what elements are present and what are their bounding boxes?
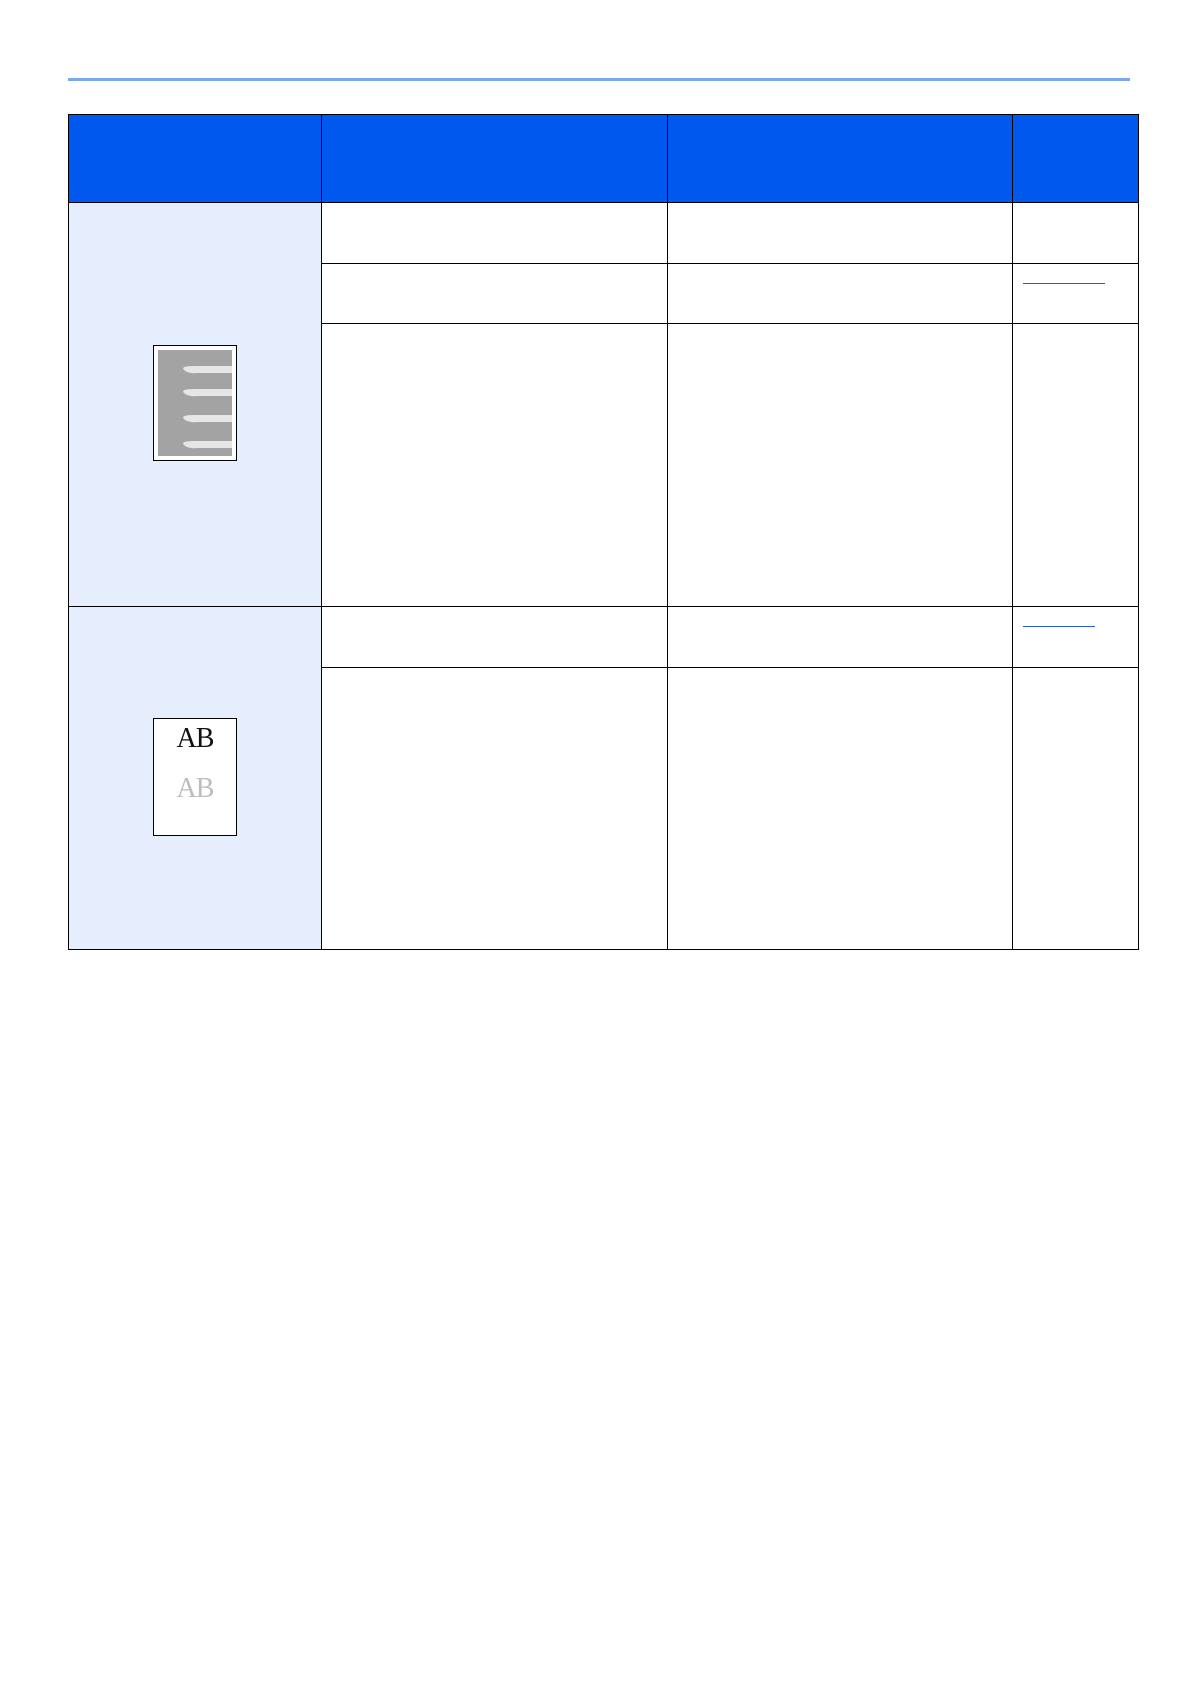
action-cell bbox=[667, 667, 1013, 950]
action-cell bbox=[667, 323, 1013, 607]
header-rule bbox=[68, 78, 1130, 81]
reference-cell bbox=[1012, 263, 1139, 324]
thumb-text-dark: AB bbox=[176, 722, 215, 754]
table-header-row bbox=[68, 114, 1139, 203]
symptom-cell-streaks bbox=[68, 202, 322, 607]
reference-link[interactable] bbox=[1023, 626, 1095, 627]
reference-cell bbox=[1012, 202, 1139, 264]
action-cell bbox=[667, 263, 1013, 324]
checkpoint-cell bbox=[321, 202, 668, 264]
reference-link[interactable] bbox=[1023, 283, 1105, 284]
column-header-reference bbox=[1012, 114, 1139, 203]
checkpoint-cell bbox=[321, 323, 668, 607]
troubleshooting-table: AB AB bbox=[68, 114, 1139, 950]
checkpoint-cell bbox=[321, 667, 668, 950]
dirty-streaks-page-icon bbox=[153, 345, 237, 461]
action-cell bbox=[667, 606, 1013, 668]
table-row bbox=[68, 202, 1139, 607]
checkpoint-cell bbox=[321, 263, 668, 324]
column-header-checkpoints bbox=[321, 114, 668, 203]
symptom-cell-ghost-image: AB AB bbox=[68, 606, 322, 950]
column-header-symptom bbox=[68, 114, 322, 203]
checkpoint-cell bbox=[321, 606, 668, 668]
thumb-text-light: AB bbox=[176, 772, 215, 804]
reference-cell bbox=[1012, 667, 1139, 950]
reference-cell bbox=[1012, 323, 1139, 607]
reference-cell bbox=[1012, 606, 1139, 668]
action-cell bbox=[667, 202, 1013, 264]
column-header-actions bbox=[667, 114, 1013, 203]
faint-ghost-image-page-icon: AB AB bbox=[153, 717, 237, 836]
table-row: AB AB bbox=[68, 606, 1139, 950]
